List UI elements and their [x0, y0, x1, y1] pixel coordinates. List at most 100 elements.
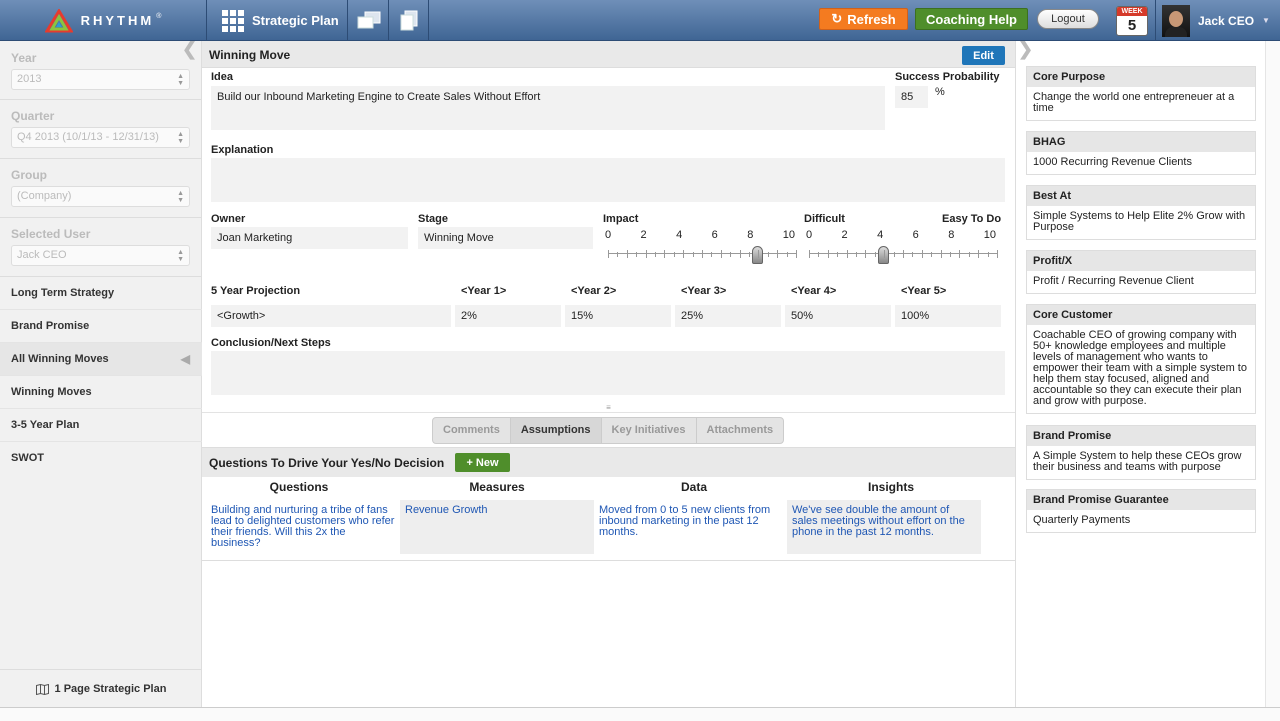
- card-body: Coachable CEO of growing company with 50…: [1033, 329, 1247, 407]
- strategic-plan-nav[interactable]: Strategic Plan: [208, 0, 348, 41]
- slider-tick: [758, 250, 759, 258]
- data-column-header: Data: [680, 480, 707, 494]
- window-bottom-edge: [0, 707, 1280, 721]
- slider-tick: [664, 250, 665, 258]
- slider-tick: [711, 252, 712, 257]
- insights-column-header: Insights: [867, 480, 914, 494]
- sidebar-item-swot[interactable]: SWOT: [0, 442, 202, 475]
- group-select[interactable]: (Company) ▲ ▼: [11, 186, 190, 207]
- card-body: Quarterly Payments: [1033, 514, 1131, 526]
- idea-label: Idea: [211, 71, 234, 83]
- slider-tick: [931, 252, 932, 257]
- slider-tick: [818, 252, 819, 257]
- slider-tick: [674, 252, 675, 257]
- question-cell[interactable]: Building and nurturing a tribe of fans l…: [206, 500, 400, 554]
- edit-button[interactable]: Edit: [962, 46, 1005, 65]
- impact-tick-label: 2: [640, 229, 647, 241]
- expand-panel-icon[interactable]: ❯: [1018, 39, 1033, 60]
- year-1-header: <Year 1>: [461, 285, 507, 297]
- tab-attachments[interactable]: Attachments: [697, 418, 784, 443]
- slider-tick: [969, 252, 970, 257]
- slider-tick: [894, 252, 895, 257]
- selected-user-select[interactable]: Jack CEO ▲ ▼: [11, 245, 190, 266]
- slider-tick: [768, 252, 769, 257]
- slider-tick: [865, 250, 866, 258]
- slider-tick: [809, 250, 810, 258]
- page-title: Winning Move: [209, 48, 291, 62]
- impact-slider[interactable]: [608, 246, 797, 264]
- scrollbar[interactable]: [1265, 41, 1280, 708]
- quarter-select-value: Q4 2013 (10/1/13 - 12/31/13): [17, 131, 159, 143]
- tab-comments[interactable]: Comments: [433, 418, 511, 443]
- sidebar-item-all-winning-moves[interactable]: All Winning Moves ◀: [0, 343, 202, 376]
- card-title: Profit/X: [1027, 251, 1255, 271]
- resize-handle[interactable]: ≡: [202, 403, 1015, 413]
- documents-button[interactable]: [389, 0, 429, 41]
- year-select[interactable]: 2013 ▲ ▼: [11, 69, 190, 90]
- one-page-plan-link[interactable]: 1 Page Strategic Plan: [0, 669, 202, 708]
- insight-cell[interactable]: We've see double the amount of sales mee…: [787, 500, 981, 554]
- questions-header: Questions To Drive Your Yes/No Decision …: [202, 447, 1015, 477]
- select-arrows-icon: ▲ ▼: [177, 249, 184, 263]
- difficulty-tick-label: 4: [877, 229, 884, 241]
- main-content: Winning Move Edit Idea Build our Inbound…: [202, 41, 1015, 708]
- slider-tick: [721, 250, 722, 258]
- card-title: Best At: [1027, 186, 1255, 206]
- quarter-select[interactable]: Q4 2013 (10/1/13 - 12/31/13) ▲ ▼: [11, 127, 190, 148]
- slider-tick: [941, 250, 942, 258]
- card-title: Brand Promise Guarantee: [1027, 490, 1255, 510]
- slider-tick: [875, 252, 876, 257]
- right-panel: ❯ Core Purpose Change the world one entr…: [1015, 39, 1265, 708]
- slider-tick: [740, 250, 741, 258]
- impact-tick-label: 4: [676, 229, 683, 241]
- slider-tick: [787, 252, 788, 257]
- idea-field: Build our Inbound Marketing Engine to Cr…: [211, 86, 885, 130]
- user-name: Jack CEO: [1198, 13, 1255, 28]
- slider-tick: [693, 252, 694, 257]
- projection-label: 5 Year Projection: [211, 285, 301, 297]
- card-title: Core Purpose: [1027, 67, 1255, 87]
- measure-cell[interactable]: Revenue Growth: [400, 500, 594, 554]
- difficulty-scale: 0 2 4 6 8 10: [806, 229, 996, 243]
- collapse-sidebar-icon[interactable]: ❮: [182, 39, 197, 60]
- stage-field: Winning Move: [418, 227, 593, 249]
- brand-promise-card: Brand Promise A Simple System to help th…: [1026, 425, 1256, 480]
- sidebar-item-3-5-year-plan[interactable]: 3-5 Year Plan: [0, 409, 202, 442]
- rhythm-logo[interactable]: RHYTHM ®: [0, 0, 207, 41]
- tab-assumptions[interactable]: Assumptions: [510, 418, 602, 443]
- avatar: [1162, 4, 1190, 37]
- year-label: Year: [11, 51, 37, 65]
- chat-button[interactable]: [349, 0, 389, 41]
- sidebar-item-long-term-strategy[interactable]: Long Term Strategy: [0, 277, 202, 310]
- impact-scale: 0 2 4 6 8 10: [605, 229, 795, 243]
- conclusion-label: Conclusion/Next Steps: [211, 337, 331, 349]
- tab-key-initiatives[interactable]: Key Initiatives: [602, 418, 697, 443]
- sidebar-item-brand-promise[interactable]: Brand Promise: [0, 310, 202, 343]
- explanation-field: [211, 158, 1005, 202]
- coaching-help-button[interactable]: Coaching Help: [915, 8, 1028, 30]
- sidebar-item-winning-moves[interactable]: Winning Moves: [0, 376, 202, 409]
- data-cell[interactable]: Moved from 0 to 5 new clients from inbou…: [594, 500, 788, 554]
- brand-promise-guarantee-card: Brand Promise Guarantee Quarterly Paymen…: [1026, 489, 1256, 533]
- divider: [0, 158, 202, 159]
- difficulty-slider[interactable]: [809, 246, 998, 264]
- easy-to-do-label: Easy To Do: [942, 213, 1002, 225]
- refresh-button[interactable]: ↻ Refresh: [819, 8, 908, 30]
- divider: [0, 99, 202, 100]
- select-arrows-icon: ▲ ▼: [177, 131, 184, 145]
- user-menu[interactable]: Jack CEO ▼: [1155, 0, 1280, 41]
- success-probability-field: 85: [895, 86, 928, 108]
- slider-tick: [988, 252, 989, 257]
- conclusion-field: [211, 351, 1005, 395]
- percent-unit: %: [935, 86, 945, 98]
- difficulty-tick-label: 2: [841, 229, 848, 241]
- logout-button[interactable]: Logout: [1037, 9, 1099, 29]
- impact-tick-label: 8: [747, 229, 754, 241]
- impact-tick-label: 10: [782, 229, 795, 241]
- group-label: Group: [11, 168, 47, 182]
- slider-tick: [749, 252, 750, 257]
- week-calendar-badge[interactable]: WEEK 5: [1116, 6, 1148, 36]
- year-2-header: <Year 2>: [571, 285, 617, 297]
- slider-tick: [627, 250, 628, 258]
- new-question-button[interactable]: + New: [455, 453, 510, 472]
